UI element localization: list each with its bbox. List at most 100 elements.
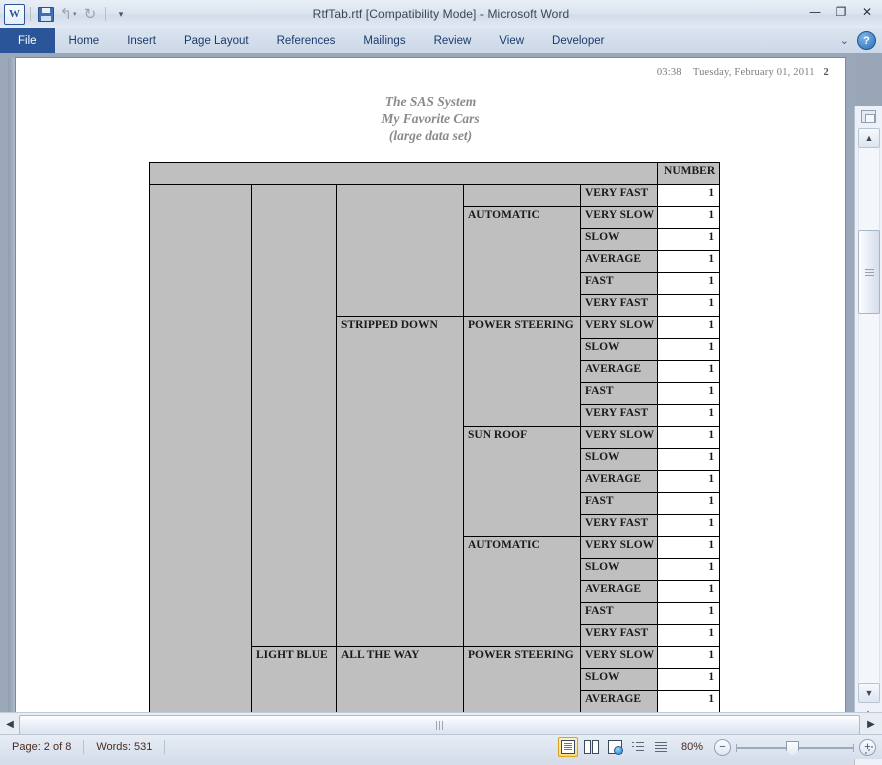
save-icon[interactable]	[36, 5, 56, 24]
cell-c4-value: SUN ROOF	[463, 426, 581, 537]
cell-number-value: 1	[657, 426, 721, 449]
window-controls: — ❐ ✕	[805, 4, 877, 20]
tab-review[interactable]: Review	[420, 28, 486, 53]
tab-file[interactable]: File	[0, 28, 55, 53]
horizontal-scrollbar[interactable]: ◀ ▶	[0, 712, 882, 735]
customize-quick-access-icon[interactable]: ▾	[111, 5, 131, 24]
sas-table-wrapper: NUMBER VERY FAST 1 AUTOMATIC VERY SLOW 1 SLOW…	[148, 162, 721, 712]
cell-number-value: 1	[657, 558, 721, 581]
close-button[interactable]: ✕	[857, 4, 877, 20]
cell-c4-blank	[463, 184, 581, 207]
cell-speed-label: VERY FAST	[579, 514, 659, 537]
header-page-number: 2	[823, 67, 829, 78]
zoom-slider[interactable]	[736, 740, 854, 757]
tab-references[interactable]: References	[263, 28, 350, 53]
cell-speed-label: VERY FAST	[579, 624, 659, 647]
cell-number-value: 1	[657, 448, 721, 471]
tab-home[interactable]: Home	[55, 28, 114, 53]
scroll-up-button[interactable]: ▲	[858, 128, 880, 148]
cell-number-value: 1	[657, 294, 721, 317]
cell-speed-label: VERY SLOW	[579, 316, 659, 339]
cell-speed-label: VERY FAST	[579, 184, 659, 207]
cell-speed-label: SLOW	[579, 448, 659, 471]
tab-insert[interactable]: Insert	[113, 28, 170, 53]
minimize-button[interactable]: —	[805, 4, 825, 20]
vertical-scroll-track[interactable]	[858, 148, 880, 685]
status-right-controls: 80% − +	[557, 737, 876, 757]
view-full-screen-reading-button[interactable]	[583, 738, 601, 756]
horizontal-scroll-thumb[interactable]	[19, 715, 860, 735]
cell-c4-value: POWER STEERING	[463, 316, 581, 427]
table-body: NUMBER VERY FAST 1 AUTOMATIC VERY SLOW 1 SLOW…	[148, 162, 721, 712]
zoom-out-button[interactable]: −	[714, 738, 731, 756]
ribbon-tabs: File Home Insert Page Layout References …	[0, 28, 882, 53]
tab-page-layout[interactable]: Page Layout	[170, 28, 263, 53]
zoom-level-label[interactable]: 80%	[675, 741, 709, 753]
cell-speed-label: SLOW	[579, 228, 659, 251]
undo-icon[interactable]: ↰ ▾	[58, 5, 78, 24]
cell-number-value: 1	[657, 184, 721, 207]
status-bar: Page: 2 of 8 Words: 531 80% − +	[0, 734, 882, 759]
restore-button[interactable]: ❐	[831, 4, 851, 20]
view-outline-button[interactable]	[629, 738, 647, 756]
cell-c3-value: STRIPPED DOWN	[336, 316, 464, 647]
cell-speed-label: VERY SLOW	[579, 646, 659, 669]
zoom-slider-handle[interactable]	[786, 740, 799, 757]
report-title-2: My Favorite Cars	[381, 111, 480, 126]
cell-number-value: 1	[657, 492, 721, 515]
cell-speed-label: FAST	[579, 272, 659, 295]
ribbon-tab-bar: File Home Insert Page Layout References …	[0, 28, 882, 54]
vertical-scrollbar[interactable]: ▲ ▼ ⯅ ⯆	[854, 106, 882, 765]
scroll-left-button[interactable]: ◀	[2, 716, 18, 732]
table-row: VERY FAST 1	[149, 184, 721, 712]
split-window-icon[interactable]	[860, 109, 876, 124]
cell-speed-label: VERY SLOW	[579, 206, 659, 229]
cell-number-value: 1	[657, 536, 721, 559]
word-count[interactable]: Words: 531	[84, 739, 164, 756]
cell-number-value: 1	[657, 228, 721, 251]
scroll-right-button[interactable]: ▶	[863, 716, 879, 732]
cell-speed-label: AVERAGE	[579, 360, 659, 383]
cell-speed-label: VERY SLOW	[579, 426, 659, 449]
cell-number-value: 1	[657, 646, 721, 669]
quick-access-toolbar: W ↰ ▾ ↻ ▾	[0, 0, 131, 28]
cell-number-value: 1	[657, 250, 721, 273]
cell-speed-label: VERY SLOW	[579, 536, 659, 559]
view-draft-button[interactable]	[652, 738, 670, 756]
cell-number-value: 1	[657, 404, 721, 427]
page-indicator[interactable]: Page: 2 of 8	[0, 739, 83, 756]
cell-speed-label: AVERAGE	[579, 690, 659, 712]
cell-number-value: 1	[657, 690, 721, 712]
document-workspace: 03:38 Tuesday, February 01, 2011 2 The S…	[0, 53, 882, 765]
cell-number-value: 1	[657, 360, 721, 383]
cell-c3-blank	[336, 184, 464, 317]
view-web-layout-button[interactable]	[606, 738, 624, 756]
help-icon[interactable]: ?	[857, 31, 876, 50]
tab-view[interactable]: View	[485, 28, 538, 53]
cell-speed-label: FAST	[579, 382, 659, 405]
divider	[164, 740, 166, 754]
cell-c4-value: POWER STEERING	[463, 646, 581, 712]
cell-speed-label: SLOW	[579, 338, 659, 361]
divider	[30, 7, 31, 21]
chevron-up-icon[interactable]: ⌄	[840, 34, 849, 47]
word-logo-icon[interactable]: W	[4, 3, 25, 25]
header-blank-cell	[148, 162, 659, 185]
vertical-scroll-thumb[interactable]	[858, 230, 880, 314]
cell-speed-label: FAST	[579, 492, 659, 515]
cell-speed-label: AVERAGE	[579, 470, 659, 493]
page-canvas: 03:38 Tuesday, February 01, 2011 2 The S…	[0, 53, 855, 712]
cell-speed-label: AVERAGE	[579, 580, 659, 603]
document-page[interactable]: 03:38 Tuesday, February 01, 2011 2 The S…	[16, 58, 845, 712]
cell-c2-value: LIGHT BLUE	[251, 646, 337, 712]
resize-grip[interactable]	[864, 745, 874, 755]
report-title-1: The SAS System	[384, 94, 477, 109]
tab-mailings[interactable]: Mailings	[349, 28, 419, 53]
cell-number-value: 1	[657, 514, 721, 537]
redo-icon[interactable]: ↻	[80, 5, 100, 24]
view-print-layout-button[interactable]	[557, 737, 578, 757]
report-title-3: (large data set)	[388, 128, 473, 143]
tab-developer[interactable]: Developer	[538, 28, 618, 53]
scroll-down-button[interactable]: ▼	[858, 683, 880, 703]
cell-speed-label: SLOW	[579, 558, 659, 581]
